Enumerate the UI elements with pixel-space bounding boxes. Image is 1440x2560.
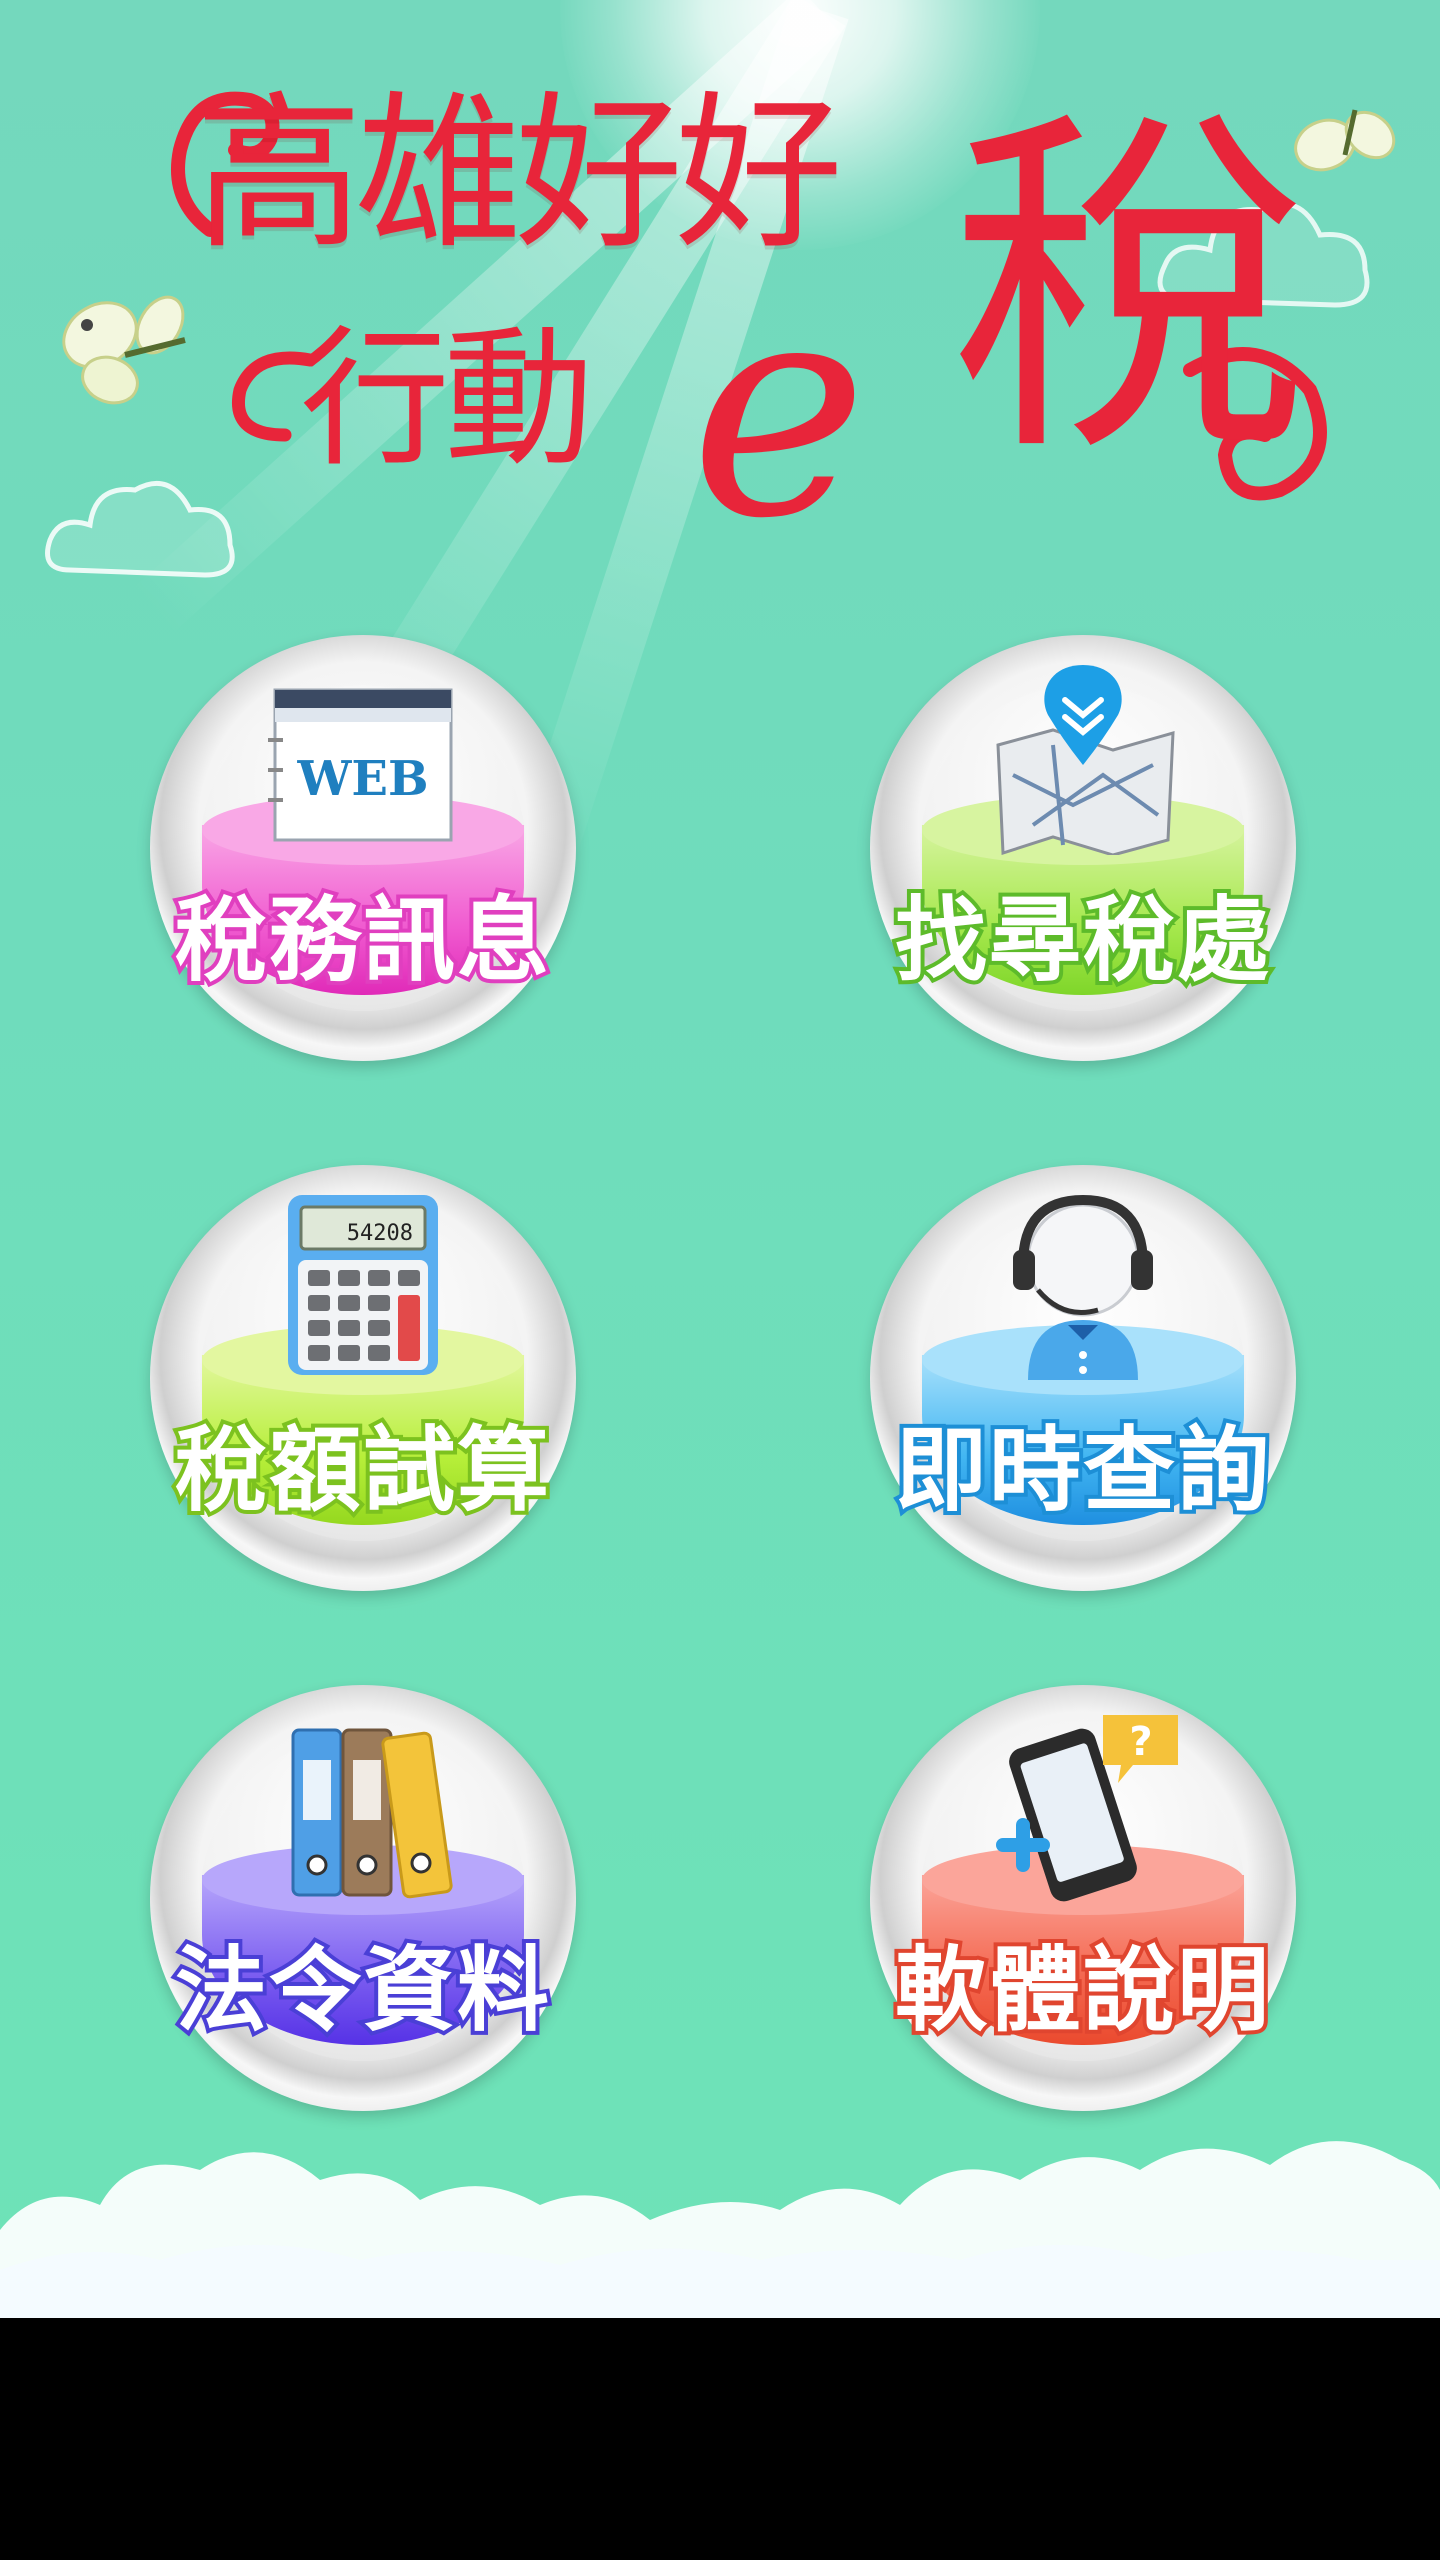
- menu-software-help-label: 軟體說明: [891, 1937, 1273, 2044]
- app-screen: 高雄好好 行動 e 稅 WEB 稅務訊息 找尋稅處 54208 稅額試算 即時查…: [0, 0, 1440, 2318]
- menu-tax-calculator-label: 稅額試算: [171, 1417, 553, 1524]
- menu-instant-query-button[interactable]: 即時查詢: [870, 1165, 1300, 1595]
- calculator-icon: 54208: [288, 1195, 438, 1375]
- menu-tax-news-button[interactable]: WEB 稅務訊息: [150, 635, 580, 1065]
- menu-tax-calculator-button[interactable]: 54208 稅額試算: [150, 1165, 580, 1595]
- bottom-clouds: [0, 2141, 1440, 2318]
- menu-software-help-button[interactable]: ? 軟體說明: [870, 1685, 1300, 2115]
- svg-text:?: ?: [1129, 1719, 1152, 1765]
- smartphone-help-icon: ?: [996, 1715, 1178, 1902]
- menu-instant-query-label: 即時查詢: [891, 1417, 1273, 1524]
- web-browser-icon: WEB: [268, 688, 453, 842]
- menu-regulations-label: 法令資料: [171, 1937, 553, 2044]
- customer-service-headset-icon: [1013, 1194, 1153, 1380]
- binders-icon: [291, 1728, 453, 1899]
- svg-text:WEB: WEB: [296, 751, 428, 807]
- menu-tax-news-label: 稅務訊息: [171, 887, 553, 994]
- map-pin-icon: [996, 665, 1175, 855]
- menu-find-office-button[interactable]: 找尋稅處: [870, 635, 1300, 1065]
- svg-text:54208: 54208: [347, 1221, 413, 1246]
- menu-regulations-button[interactable]: 法令資料: [150, 1685, 580, 2115]
- main-menu-grid: WEB 稅務訊息 找尋稅處 54208 稅額試算 即時查詢 法令資料 ? 軟體說…: [0, 0, 1440, 2318]
- menu-find-office-label: 找尋稅處: [891, 887, 1273, 994]
